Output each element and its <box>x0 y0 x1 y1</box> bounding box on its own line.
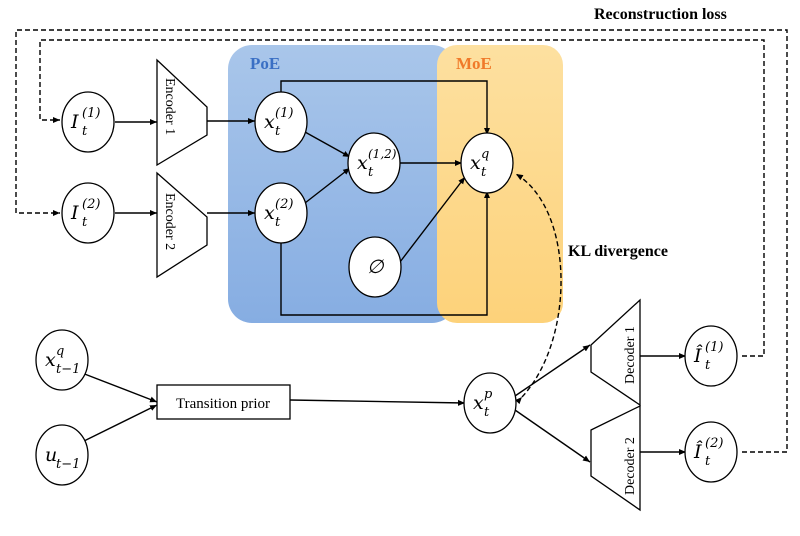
edge-xp-decoder2 <box>514 409 591 463</box>
edge-xp-decoder1 <box>514 344 591 397</box>
poe-region <box>228 45 456 323</box>
node-subscript: t <box>82 215 88 230</box>
edge-xqprev-transition <box>81 372 158 403</box>
node-circle <box>463 372 517 434</box>
node-symbol: ∅ <box>367 256 385 278</box>
node-symbol: Î <box>693 344 703 367</box>
node-subscript: t <box>82 124 88 139</box>
node-superscript: q <box>56 344 64 359</box>
node-symbol: I <box>70 111 79 133</box>
node-ihat1: Î (1) t <box>684 325 738 387</box>
node-i1: I (1) t <box>61 91 115 153</box>
node-circle <box>35 424 89 486</box>
decoder-1-label: Decoder 1 <box>623 326 638 384</box>
node-circle <box>35 329 89 391</box>
decoder-1: Decoder 1 <box>590 298 641 407</box>
diagram: PoE MoE Reconstruction loss KL divergenc… <box>0 0 800 536</box>
node-subscript: t−1 <box>56 362 80 377</box>
node-superscript: (1) <box>705 340 723 355</box>
transition-prior-box: Transition prior <box>156 384 291 420</box>
encoder-1-label: Encoder 1 <box>162 78 177 135</box>
node-circle <box>254 91 308 153</box>
node-circle <box>684 421 738 483</box>
node-xq-prev: x q t−1 <box>35 329 89 391</box>
node-superscript: (2) <box>82 197 100 212</box>
encoder-2-label: Encoder 2 <box>162 193 177 250</box>
encoder-2: Encoder 2 <box>156 171 208 279</box>
node-superscript: (1) <box>82 106 100 121</box>
node-symbol: x <box>473 392 484 414</box>
node-superscript: (1) <box>275 106 293 121</box>
node-circle <box>347 132 401 194</box>
node-subscript: t <box>368 165 374 180</box>
node-xq: x qt <box>460 132 514 194</box>
node-symbol: x <box>264 111 275 133</box>
node-subscript: t <box>705 454 711 469</box>
diagram-canvas: PoE MoE Reconstruction loss KL divergenc… <box>15 6 788 512</box>
node-symbol: x <box>470 152 481 174</box>
node-superscript: q <box>481 147 489 162</box>
decoder-2: Decoder 2 <box>590 404 641 512</box>
encoder-1: Encoder 1 <box>156 58 208 167</box>
node-x2: x (2) t <box>254 182 308 244</box>
reconstruction-loss-label: Reconstruction loss <box>594 6 727 23</box>
node-subscript: t−1 <box>56 457 80 472</box>
node-superscript: (1,2) <box>368 147 397 161</box>
node-circle <box>460 132 514 194</box>
node-empty: ∅ <box>348 236 402 298</box>
node-xp: x pt <box>463 372 517 434</box>
kl-divergence-label: KL divergence <box>568 243 668 260</box>
node-subscript: t <box>705 358 711 373</box>
node-superscript: (2) <box>275 197 293 212</box>
node-circle <box>684 325 738 387</box>
node-symbol: Î <box>693 440 703 463</box>
node-subscript: t <box>275 124 281 139</box>
poe-label: PoE <box>250 54 280 73</box>
node-symbol: x <box>357 152 368 174</box>
node-circle <box>61 182 115 244</box>
node-circle <box>61 91 115 153</box>
node-superscript: p <box>484 387 493 402</box>
node-ihat2: Î (2) t <box>684 421 738 483</box>
edge-uprev-transition <box>81 404 158 443</box>
node-circle <box>254 182 308 244</box>
node-subscript: t <box>481 165 487 180</box>
node-subscript: t <box>484 405 490 420</box>
transition-prior-label: Transition prior <box>176 396 270 412</box>
node-symbol: x <box>264 202 275 224</box>
node-x12: x (1,2) t <box>347 132 401 194</box>
node-i2: I (2) t <box>61 182 115 244</box>
node-u-prev: ut−1 <box>35 424 89 486</box>
node-symbol: x <box>45 349 56 371</box>
node-superscript: (2) <box>705 436 723 451</box>
node-symbol: I <box>70 202 79 224</box>
moe-label: MoE <box>456 54 492 73</box>
decoder-2-label: Decoder 2 <box>623 437 638 495</box>
edge-transition-xp <box>289 399 466 406</box>
node-subscript: t <box>275 215 281 230</box>
node-x1: x (1) t <box>254 91 308 153</box>
